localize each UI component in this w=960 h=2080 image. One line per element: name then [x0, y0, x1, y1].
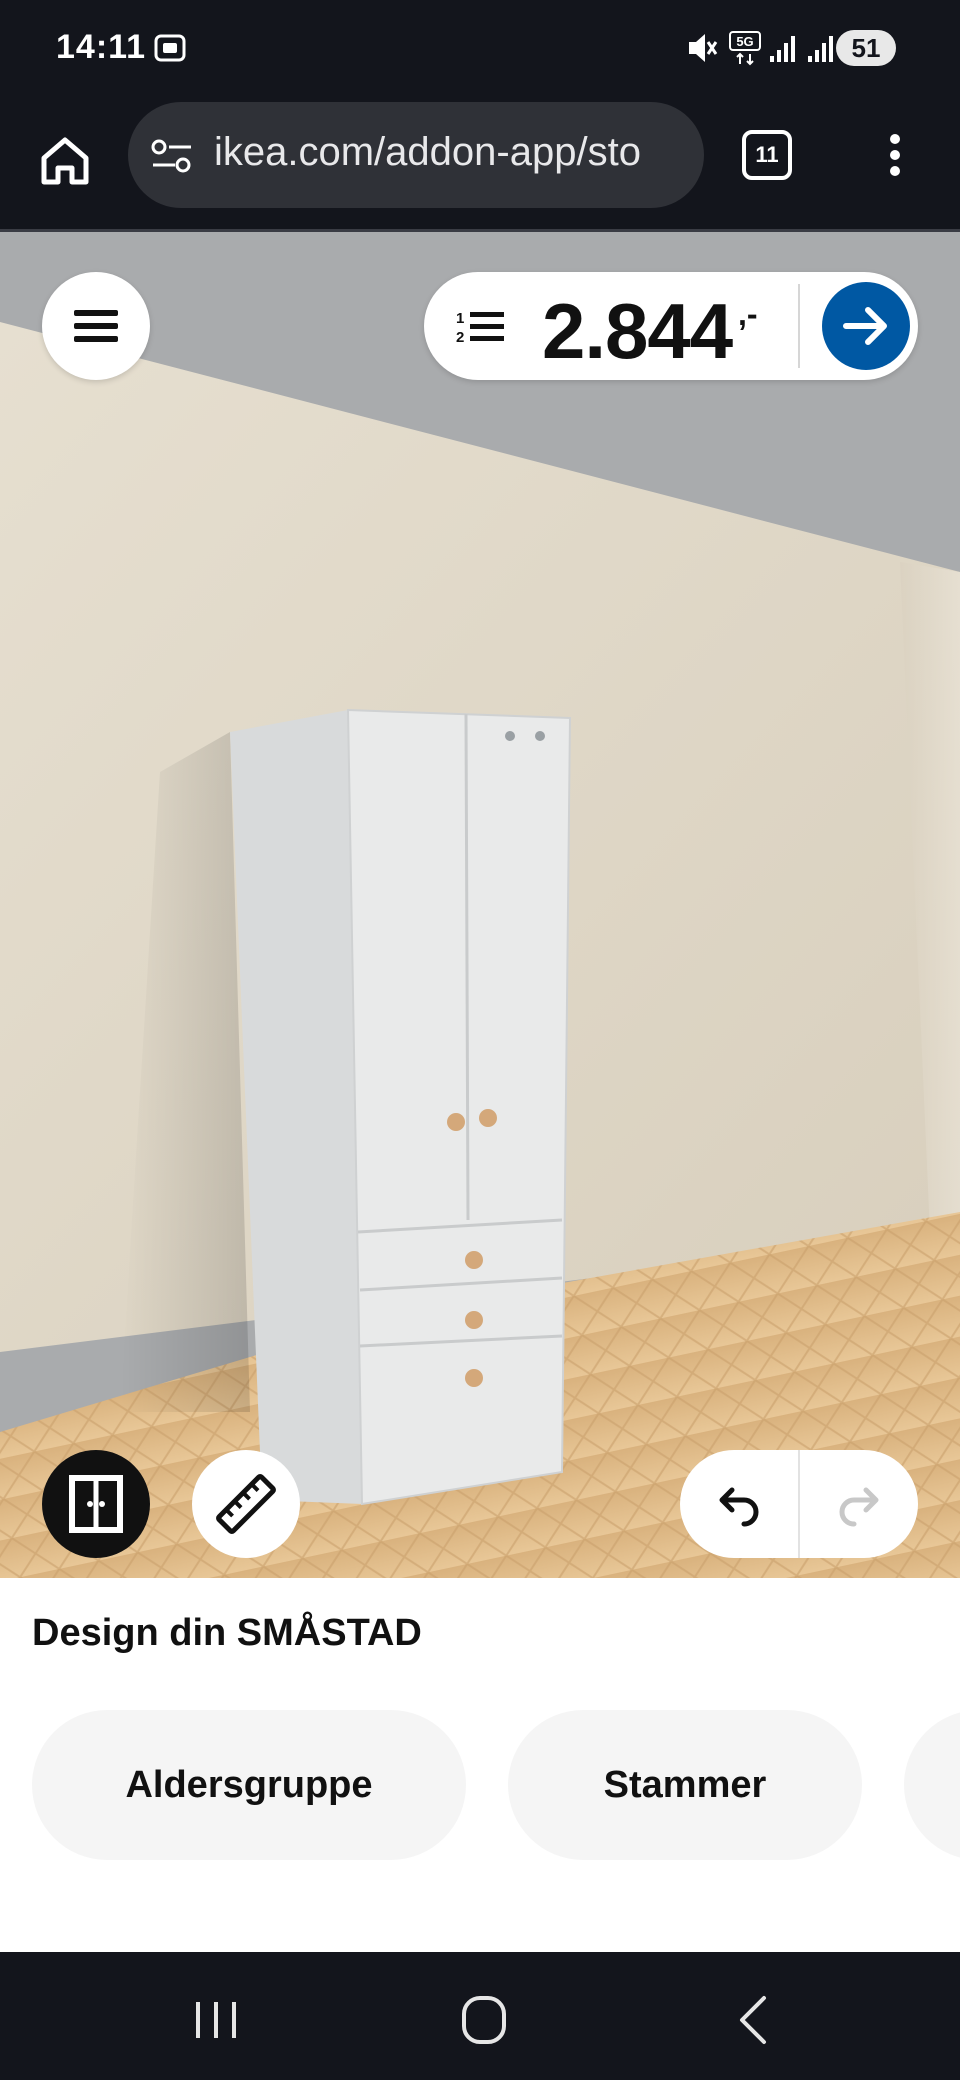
- svg-text:2: 2: [456, 329, 464, 346]
- proceed-button[interactable]: [822, 282, 910, 370]
- undo-icon: [719, 1487, 759, 1527]
- panel-title: Design din SMÅSTAD: [32, 1612, 422, 1654]
- ruler-icon: [216, 1474, 276, 1534]
- option-next-partial[interactable]: [904, 1710, 960, 1860]
- site-settings-icon[interactable]: [150, 138, 194, 179]
- address-bar[interactable]: ikea.com/addon-app/sto: [128, 102, 704, 208]
- option-age-group[interactable]: Aldersgruppe: [32, 1710, 466, 1860]
- menu-button[interactable]: [42, 272, 150, 380]
- battery-indicator: 51: [836, 30, 896, 66]
- design-panel: Design din SMÅSTAD Aldersgruppe Stammer: [0, 1578, 960, 1952]
- home-icon: [41, 137, 89, 185]
- svg-text:1: 1: [456, 310, 464, 327]
- signal-icon-2: [806, 30, 836, 71]
- list-icon: 12: [454, 306, 506, 351]
- system-navigation-bar: [0, 1952, 960, 2080]
- browser-toolbar: ikea.com/addon-app/sto 11: [0, 100, 960, 232]
- option-frames[interactable]: Stammer: [508, 1710, 862, 1860]
- tab-switcher-button[interactable]: 11: [742, 130, 792, 180]
- more-menu-button[interactable]: [880, 128, 910, 188]
- status-time: 14:11: [56, 28, 147, 66]
- undo-button[interactable]: [680, 1450, 798, 1558]
- total-price: 2.844: [542, 287, 733, 375]
- price-suffix: ,-: [738, 296, 758, 332]
- recents-icon: [196, 2002, 236, 2038]
- back-chevron-icon: [740, 1996, 766, 2044]
- url-text: ikea.com/addon-app/sto: [214, 130, 641, 174]
- back-button[interactable]: [722, 1988, 786, 2052]
- redo-button[interactable]: [800, 1450, 918, 1558]
- doors-toggle-button[interactable]: [42, 1450, 150, 1558]
- undo-redo-group: [680, 1450, 918, 1558]
- measure-button[interactable]: [192, 1450, 300, 1558]
- room-render: [0, 232, 960, 1578]
- price-summary[interactable]: 12 2.844 ,-: [424, 272, 918, 380]
- status-bar: 14:11 5G 51: [0, 0, 960, 100]
- redo-icon: [839, 1487, 879, 1527]
- room-3d-view[interactable]: 12 2.844 ,-: [0, 232, 960, 1578]
- home-button[interactable]: [34, 130, 96, 192]
- price-divider: [798, 284, 800, 368]
- network-5g-icon: 5G: [728, 30, 762, 71]
- signal-icon-1: [768, 30, 798, 71]
- mute-icon: [686, 30, 718, 71]
- svg-text:5G: 5G: [736, 34, 753, 49]
- wardrobe-doors-icon: [69, 1475, 123, 1533]
- home-nav-button[interactable]: [452, 1988, 516, 2052]
- recent-apps-button[interactable]: [184, 1988, 248, 2052]
- screenshot-icon: [152, 30, 188, 71]
- home-circle-icon: [462, 1996, 506, 2044]
- arrow-right-icon: [843, 307, 887, 345]
